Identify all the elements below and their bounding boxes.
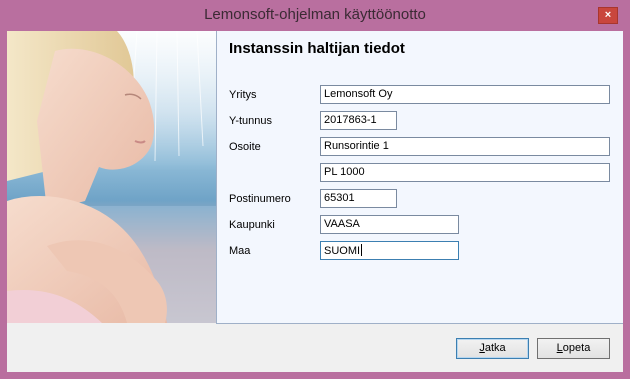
yritys-label: Yritys xyxy=(229,89,257,101)
yritys-field[interactable]: Lemonsoft Oy xyxy=(320,85,610,104)
page-title: Instanssin haltijan tiedot xyxy=(229,40,405,57)
lopeta-label: opeta xyxy=(562,342,591,354)
lopeta-button[interactable]: Lopeta xyxy=(537,338,610,359)
woman-photo xyxy=(7,31,216,323)
setup-window: Lemonsoft-ohjelman käyttöönotto × Instan… xyxy=(0,0,630,379)
osoite-line2-field[interactable]: PL 1000 xyxy=(320,163,610,182)
postinumero-label: Postinumero xyxy=(229,193,291,205)
close-button[interactable]: × xyxy=(598,7,618,24)
maa-field[interactable]: SUOMI xyxy=(320,241,459,260)
dialog-client-area: Instanssin haltijan tiedot Yritys Lemons… xyxy=(7,31,623,372)
maa-label: Maa xyxy=(229,245,251,257)
text-caret xyxy=(361,244,363,256)
jatka-button[interactable]: Jatka xyxy=(456,338,529,359)
kaupunki-label: Kaupunki xyxy=(229,219,275,231)
kaupunki-field[interactable]: VAASA xyxy=(320,215,459,234)
title-bar[interactable]: Lemonsoft-ohjelman käyttöönotto × xyxy=(0,0,630,30)
postinumero-field[interactable]: 65301 xyxy=(320,189,397,208)
ytunnus-label: Y-tunnus xyxy=(229,115,273,127)
close-icon: × xyxy=(604,9,612,21)
jatka-label: atka xyxy=(484,342,506,354)
owner-info-panel: Instanssin haltijan tiedot Yritys Lemons… xyxy=(216,31,623,324)
window-title: Lemonsoft-ohjelman käyttöönotto xyxy=(204,6,426,23)
osoite-label: Osoite xyxy=(229,141,261,153)
osoite-field[interactable]: Runsorintie 1 xyxy=(320,137,610,156)
maa-value: SUOMI xyxy=(324,245,361,257)
ytunnus-field[interactable]: 2017863-1 xyxy=(320,111,397,130)
